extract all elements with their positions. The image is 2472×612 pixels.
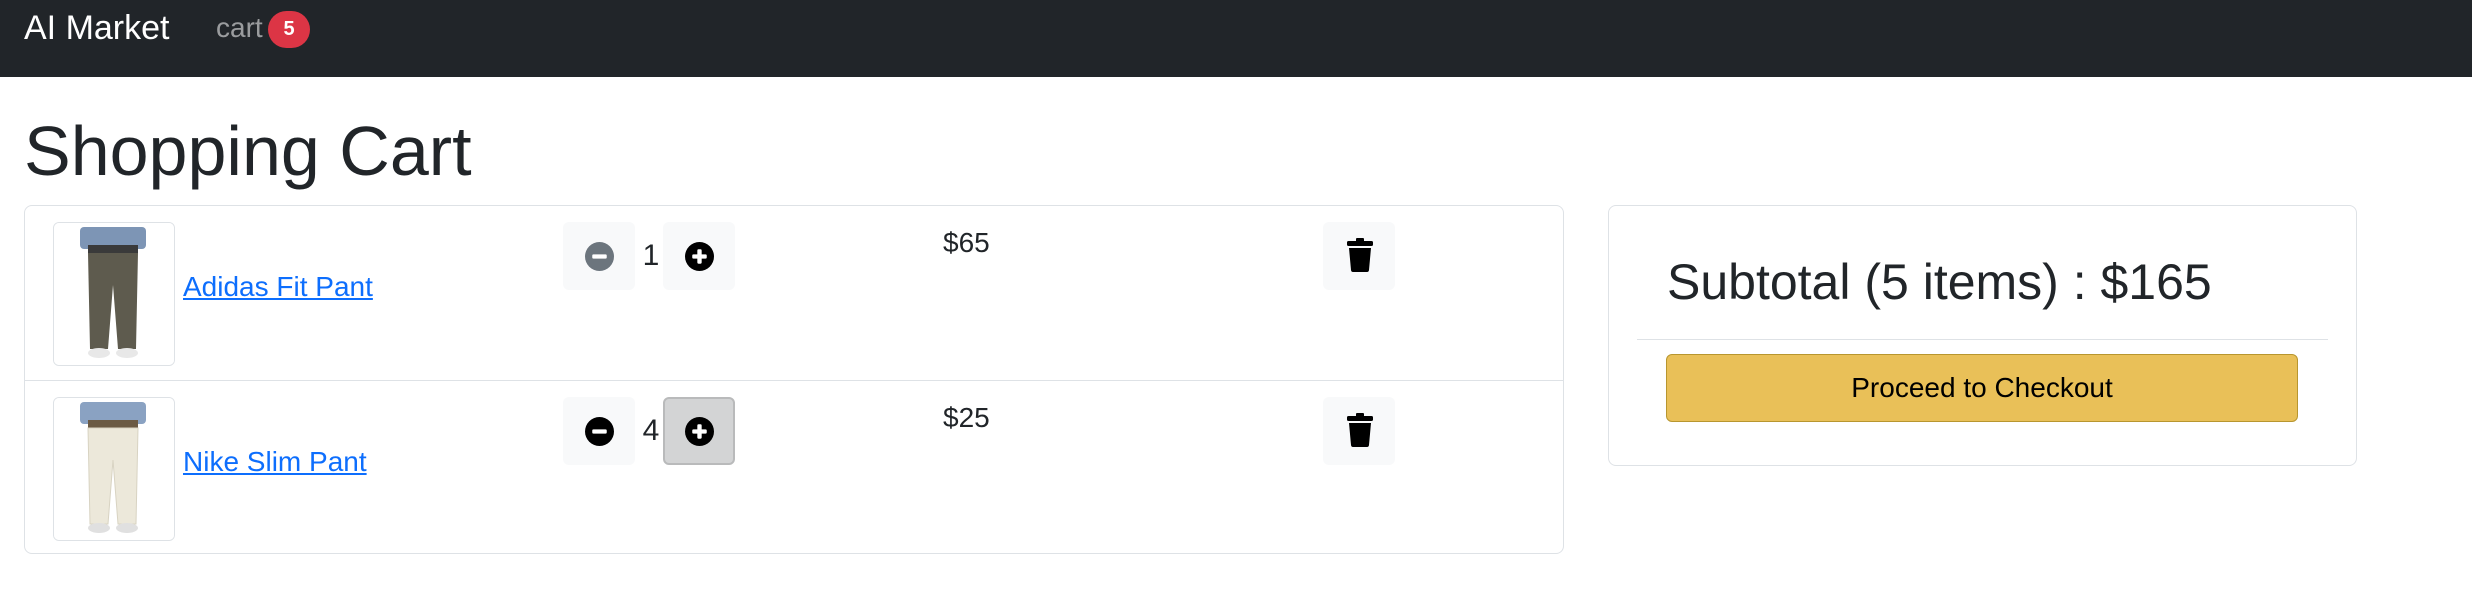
increase-quantity-button[interactable] [663, 397, 735, 465]
item-price: $65 [943, 227, 990, 258]
quantity-value: 1 [642, 239, 660, 272]
product-link[interactable]: Nike Slim Pant [183, 445, 367, 479]
page-title: Shopping Cart [24, 112, 472, 190]
decrease-quantity-button[interactable] [563, 222, 635, 290]
divider [1637, 339, 2328, 340]
product-image[interactable] [53, 222, 175, 366]
navbar: AI Market cart 5 [0, 0, 2472, 77]
item-price: $25 [943, 402, 990, 433]
trash-icon [1347, 238, 1373, 272]
minus-circle-icon [585, 242, 614, 271]
quantity-value: 4 [642, 414, 660, 447]
product-link[interactable]: Adidas Fit Pant [183, 270, 373, 304]
cart-item-row: Adidas Fit Pant 1 $65 [25, 206, 1563, 380]
plus-circle-icon [685, 242, 714, 271]
delete-item-button[interactable] [1323, 222, 1395, 290]
cart-link[interactable]: cart [216, 10, 263, 46]
proceed-to-checkout-button[interactable]: Proceed to Checkout [1666, 354, 2298, 422]
cart-item-row: Nike Slim Pant 4 $25 [25, 380, 1563, 554]
delete-item-button[interactable] [1323, 397, 1395, 465]
plus-circle-icon [685, 417, 714, 446]
order-summary-card: Subtotal (5 items) : $165 Proceed to Che… [1608, 205, 2357, 466]
cart-item-list: Adidas Fit Pant 1 $65 Nike Slim Pant 4 $… [24, 205, 1564, 554]
subtotal-text: Subtotal (5 items) : $165 [1667, 254, 2212, 310]
cart-count-badge: 5 [268, 11, 310, 48]
increase-quantity-button[interactable] [663, 222, 735, 290]
brand-logo[interactable]: AI Market [24, 8, 169, 48]
decrease-quantity-button[interactable] [563, 397, 635, 465]
trash-icon [1347, 413, 1373, 447]
minus-circle-icon [585, 417, 614, 446]
product-image[interactable] [53, 397, 175, 541]
